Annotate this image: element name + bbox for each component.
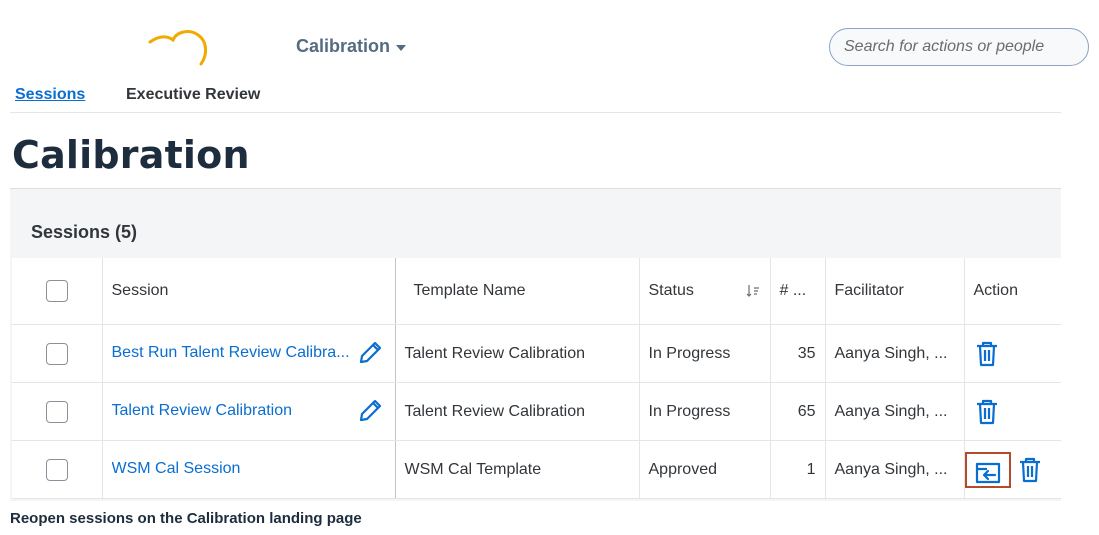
count-cell: 1: [770, 440, 826, 499]
divider: [10, 112, 1061, 113]
trash-icon[interactable]: [974, 340, 1000, 368]
breadcrumb-sessions-link[interactable]: Sessions: [15, 86, 85, 104]
column-header-facilitator[interactable]: Facilitator: [825, 258, 965, 325]
table-header-row: Session Template Name Status # ... Facil…: [12, 258, 1061, 325]
table-row: Best Run Talent Review Calibra... Talent…: [12, 324, 1061, 383]
column-header-session[interactable]: Session: [102, 258, 396, 325]
status-header-label: Status: [648, 282, 694, 299]
reopen-highlight: [964, 451, 1011, 488]
search-input[interactable]: [842, 37, 1066, 57]
sort-icon[interactable]: [746, 284, 760, 298]
column-header-status[interactable]: Status: [639, 258, 771, 325]
cloud-logo-icon: [148, 30, 207, 66]
edit-pencil-icon[interactable]: [357, 398, 383, 424]
session-cell: Talent Review Calibration: [102, 382, 396, 441]
table-row: WSM Cal Session WSM Cal Template Approve…: [12, 440, 1061, 499]
status-cell: Approved: [639, 440, 771, 499]
session-link[interactable]: WSM Cal Session: [112, 460, 241, 478]
action-cell: [964, 324, 1061, 383]
table-row: Talent Review Calibration Talent Review …: [12, 382, 1061, 441]
status-cell: In Progress: [639, 382, 771, 441]
row-select-cell: [12, 440, 103, 499]
page-title: Calibration: [12, 133, 250, 177]
trash-icon[interactable]: [1017, 456, 1043, 484]
app-menu-label: Calibration: [296, 36, 391, 56]
template-cell: Talent Review Calibration: [395, 382, 640, 441]
sessions-table: Session Template Name Status # ... Facil…: [12, 258, 1061, 499]
select-all-cell: [12, 258, 103, 325]
figure-caption: Reopen sessions on the Calibration landi…: [10, 510, 362, 527]
column-header-template[interactable]: Template Name: [395, 258, 640, 325]
session-cell: WSM Cal Session: [102, 440, 396, 499]
count-cell: 65: [770, 382, 826, 441]
facilitator-cell: Aanya Singh, ...: [825, 382, 965, 441]
row-select-cell: [12, 324, 103, 383]
template-cell: Talent Review Calibration: [395, 324, 640, 383]
edit-pencil-icon[interactable]: [357, 340, 383, 366]
session-link[interactable]: Talent Review Calibration: [112, 402, 293, 420]
search-bar[interactable]: [829, 28, 1089, 66]
facilitator-cell: Aanya Singh, ...: [825, 324, 965, 383]
breadcrumb-current: Executive Review: [126, 86, 261, 103]
column-header-count[interactable]: # ...: [770, 258, 826, 325]
action-cell: [964, 440, 1061, 499]
reopen-icon[interactable]: [975, 460, 1001, 484]
session-link[interactable]: Best Run Talent Review Calibra...: [112, 344, 350, 362]
row-checkbox[interactable]: [45, 400, 68, 423]
session-cell: Best Run Talent Review Calibra...: [102, 324, 396, 383]
app-switcher-menu[interactable]: Calibration: [296, 36, 407, 57]
row-checkbox[interactable]: [45, 458, 68, 481]
sessions-panel-title: Sessions (5): [31, 222, 138, 242]
template-cell: WSM Cal Template: [395, 440, 640, 499]
row-select-cell: [12, 382, 103, 441]
caret-down-icon: [396, 44, 407, 51]
trash-icon[interactable]: [974, 398, 1000, 426]
row-checkbox[interactable]: [45, 342, 68, 365]
count-cell: 35: [770, 324, 826, 383]
select-all-checkbox[interactable]: [45, 280, 68, 302]
action-cell: [964, 382, 1061, 441]
column-header-action: Action: [964, 258, 1061, 325]
facilitator-cell: Aanya Singh, ...: [825, 440, 965, 499]
status-cell: In Progress: [639, 324, 771, 383]
